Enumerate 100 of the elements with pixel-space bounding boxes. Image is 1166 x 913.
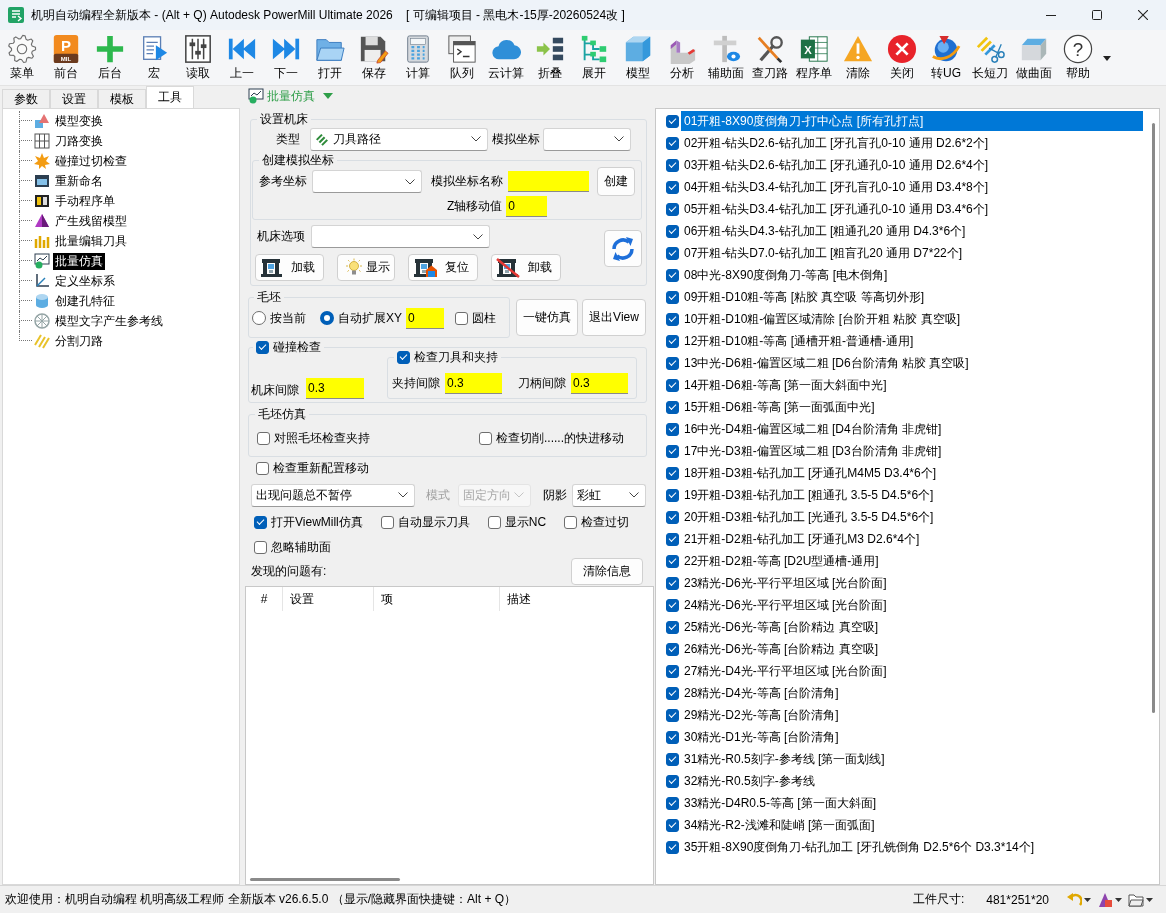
panel-tab[interactable]: 设置 (50, 89, 98, 108)
tree-item[interactable]: 产生残留模型 (53, 212, 129, 230)
toolbar-button[interactable]: 模型 (616, 30, 660, 84)
tree-item[interactable]: 碰撞过切检查 (53, 152, 129, 170)
expand-field[interactable]: 0 (406, 307, 444, 329)
toolpath-item[interactable]: 13中光-D6粗-偏置区域二粗 [D6台阶清角 粘胶 真空吸] (681, 353, 1143, 373)
checkbox[interactable] (666, 180, 679, 194)
toolpath-item[interactable]: 31精光-R0.5刻字-参考线 [第一面划线] (681, 749, 1143, 769)
toolbar-button[interactable]: 计算 (396, 30, 440, 84)
toolbar-button[interactable]: X 程序单 (792, 30, 836, 84)
toolbar-button[interactable]: 菜单 (0, 30, 44, 84)
checkbox[interactable] (666, 378, 679, 392)
checkbox[interactable] (564, 515, 578, 529)
pause-dropdown[interactable]: 出现问题总不暂停 (251, 483, 415, 507)
checkbox[interactable] (666, 136, 679, 150)
tree-item[interactable]: 刀路变换 (53, 132, 105, 150)
panel-tab[interactable]: 工具 (146, 86, 194, 108)
machine-button[interactable]: 卸载 (491, 254, 561, 281)
checkbox[interactable] (666, 444, 679, 458)
checkbox[interactable] (487, 515, 501, 529)
toolpath-item[interactable]: 25精光-D6光-等高 [台阶精边 真空吸] (681, 617, 1143, 637)
name-field[interactable] (508, 171, 589, 192)
checkbox[interactable] (455, 311, 468, 325)
checkbox[interactable] (666, 642, 679, 656)
toolpath-item[interactable]: 33精光-D4R0.5-等高 [第一面大斜面] (681, 793, 1143, 813)
clear-button[interactable]: 清除信息 (571, 557, 643, 585)
toolpath-item[interactable]: 29精光-D2光-等高 [台阶清角] (681, 705, 1143, 725)
toolbar-button[interactable]: 折叠 (528, 30, 572, 84)
toolpath-item[interactable]: 24精光-D6光-平行平坦区域 [光台阶面] (681, 595, 1143, 615)
toolpath-item[interactable]: 23精光-D6光-平行平坦区域 [光台阶面] (681, 573, 1143, 593)
tree-item[interactable]: 分割刀路 (53, 332, 105, 350)
tree-item[interactable]: 模型文字产生参考线 (53, 312, 165, 330)
action-button[interactable]: 退出View (582, 299, 646, 336)
toolbar-button[interactable]: 上一 (220, 30, 264, 84)
tree-item[interactable]: 批量编辑刀具 (53, 232, 129, 250)
checkbox[interactable] (479, 431, 492, 445)
checkbox[interactable] (666, 664, 679, 678)
checkbox[interactable] (254, 515, 267, 529)
machine-button[interactable]: 复位 (408, 254, 478, 281)
checkbox[interactable] (666, 576, 679, 590)
toolpath-item[interactable]: 14开粗-D6粗-等高 [第一面大斜面中光] (681, 375, 1143, 395)
tree-item[interactable]: 手动程序单 (53, 192, 117, 210)
toolpath-item[interactable]: 34精光-R2-浅滩和陡峭 [第一面弧面] (681, 815, 1143, 835)
toolpath-item[interactable]: 04开粗-钻头D3.4-钻孔加工 [牙孔盲孔0-10 通用 D3.4*8个] (681, 177, 1143, 197)
toolbar-button[interactable]: 后台 (88, 30, 132, 84)
checkbox[interactable] (666, 400, 679, 414)
column-header[interactable]: 项 (373, 587, 499, 611)
checkbox[interactable] (666, 774, 679, 788)
toolpath-item[interactable]: 35开粗-8X90度倒角刀-钻孔加工 [牙孔铣倒角 D2.5*6个 D3.3*14个] (681, 837, 1143, 857)
checkbox[interactable] (666, 796, 679, 810)
checkbox[interactable] (666, 158, 679, 172)
z-offset-field[interactable]: 0 (506, 196, 548, 217)
checkbox[interactable] (256, 461, 269, 475)
action-button[interactable]: 一键仿真 (516, 299, 578, 336)
checkbox[interactable] (666, 422, 679, 436)
toolbar-button[interactable]: 分析 (660, 30, 704, 84)
machine-button[interactable]: 加载 (255, 254, 324, 281)
checkbox[interactable] (666, 510, 679, 524)
toolpath-item[interactable]: 30精光-D1光-等高 [台阶清角] (681, 727, 1143, 747)
panel-tab[interactable]: 模板 (98, 89, 146, 108)
coordinate-dropdown[interactable] (543, 127, 631, 151)
tree-item[interactable]: 创建孔特征 (53, 292, 117, 310)
toolpath-item[interactable]: 12开粗-D10粗-等高 [通槽开粗-普通槽-通用] (681, 331, 1143, 351)
checkbox[interactable] (666, 554, 679, 568)
dropdown-caret-icon[interactable] (1103, 56, 1111, 61)
toolbar-button[interactable]: 保存 (352, 30, 396, 84)
toolpath-item[interactable]: 08中光-8X90度倒角刀-等高 [电木倒角] (681, 265, 1143, 285)
gap-field[interactable]: 0.3 (306, 378, 364, 399)
toolpath-item[interactable]: 27精光-D4光-平行平坦区域 [光台阶面] (681, 661, 1143, 681)
checkbox[interactable] (666, 114, 679, 128)
gap-field[interactable]: 0.3 (445, 373, 502, 394)
checkbox[interactable] (256, 340, 269, 354)
column-header[interactable]: # (246, 587, 282, 611)
caret-icon[interactable] (323, 93, 333, 99)
tree-item[interactable]: 重新命名 (53, 172, 105, 190)
toolbar-button[interactable]: 转UG (924, 30, 968, 84)
scrollbar-thumb[interactable] (250, 877, 400, 881)
toolbar-button[interactable]: 展开 (572, 30, 616, 84)
checkbox[interactable] (666, 268, 679, 282)
column-header[interactable]: 描述 (499, 587, 653, 611)
toolpath-item[interactable]: 18开粗-D3粗-钻孔加工 [牙通孔M4M5 D3.4*6个] (681, 463, 1143, 483)
gap-field[interactable]: 0.3 (571, 373, 628, 394)
type-dropdown[interactable]: 刀具路径 (310, 127, 488, 151)
toolbar-button[interactable]: 云计算 (484, 30, 528, 84)
checkbox[interactable] (666, 708, 679, 722)
toolbar-button[interactable]: ? 帮助 (1056, 30, 1100, 84)
toolbar-button[interactable]: 长短刀 (968, 30, 1012, 84)
toolbar-button[interactable]: 宏 (132, 30, 176, 84)
checkbox[interactable] (666, 312, 679, 326)
shade-dropdown[interactable]: 彩虹 (572, 483, 646, 507)
checkbox[interactable] (666, 356, 679, 370)
checkbox[interactable] (666, 202, 679, 216)
checkbox[interactable] (666, 466, 679, 480)
create-button[interactable]: 创建 (597, 167, 635, 196)
toolpath-item[interactable]: 15开粗-D6粗-等高 [第一面弧面中光] (681, 397, 1143, 417)
toolpath-item[interactable]: 17中光-D3粗-偏置区域二粗 [D3台阶清角 非虎钳] (681, 441, 1143, 461)
scrollbar-thumb[interactable] (1152, 123, 1155, 713)
toolpath-item[interactable]: 10开粗-D10粗-偏置区域清除 [台阶开粗 粘胶 真空吸] (681, 309, 1143, 329)
toolpath-item[interactable]: 21开粗-D2粗-钻孔加工 [牙通孔M3 D2.6*4个] (681, 529, 1143, 549)
toolpath-item[interactable]: 03开粗-钻头D2.6-钻孔加工 [牙孔通孔0-10 通用 D2.6*4个] (681, 155, 1143, 175)
